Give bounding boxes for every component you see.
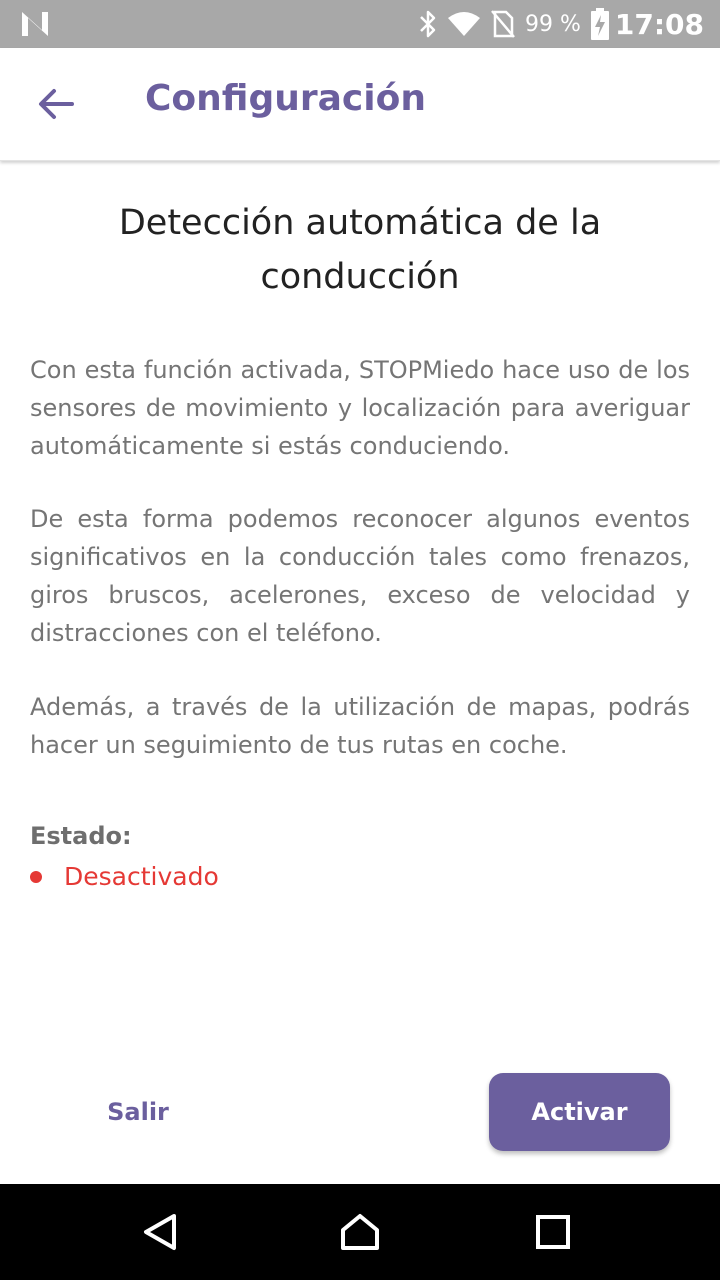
no-sim-icon	[490, 10, 515, 38]
activate-button[interactable]: Activar	[489, 1073, 670, 1151]
description-paragraph-2: De esta forma podemos reconocer algunos …	[30, 505, 690, 647]
section-heading: Detección automática de la conducción	[118, 203, 602, 297]
exit-button[interactable]: Salir	[98, 1090, 178, 1134]
nav-recent-icon[interactable]	[533, 1212, 573, 1252]
wifi-icon	[447, 12, 480, 36]
status-dot-icon	[30, 870, 42, 883]
page-title: Configuración	[145, 78, 426, 119]
description-paragraph-1: Con esta función activada, STOPMiedo hac…	[30, 356, 690, 460]
description-paragraph-3: Además, a través de la utilización de ma…	[30, 693, 690, 759]
status-label: Estado:	[30, 822, 132, 850]
battery-percent: 99 %	[524, 11, 581, 37]
activate-button-label: Activar	[531, 1098, 628, 1126]
status-bar: 99 % 17:08	[0, 0, 720, 48]
nav-home-icon[interactable]	[340, 1212, 380, 1252]
nav-back-icon[interactable]	[140, 1212, 180, 1252]
status-indicator: Desactivado	[30, 862, 219, 891]
status-icons: 99 % 17:08	[409, 0, 704, 48]
battery-charging-icon	[590, 8, 609, 40]
arrow-left-icon[interactable]	[36, 86, 76, 122]
clock: 17:08	[614, 7, 704, 41]
status-value: Desactivado	[64, 862, 219, 891]
n-logo-icon	[22, 12, 48, 36]
app-bar: Configuración	[0, 48, 720, 161]
system-nav-bar	[0, 1184, 720, 1280]
bluetooth-icon	[420, 10, 436, 38]
